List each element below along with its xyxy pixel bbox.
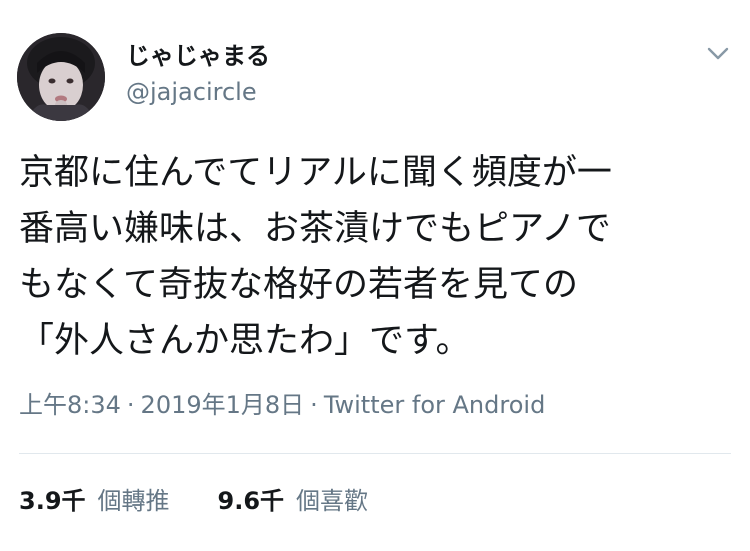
avatar-image bbox=[17, 33, 105, 121]
retweets-stat[interactable]: 3.9千 個轉推 bbox=[19, 484, 170, 518]
tweet-stats: 3.9千 個轉推 9.6千 個喜歡 bbox=[19, 484, 416, 518]
divider bbox=[19, 453, 731, 454]
likes-count: 9.6千 bbox=[217, 487, 285, 515]
tweet-meta: 上午8:34 · 2019年1月8日 · Twitter for Android bbox=[19, 388, 545, 422]
tweet-date[interactable]: 2019年1月8日 bbox=[141, 391, 305, 419]
display-name[interactable]: じゃじゃまる bbox=[126, 38, 270, 74]
likes-label: 個喜歡 bbox=[296, 487, 369, 515]
tweet-card: じゃじゃまる @jajacircle 京都に住んでてリアルに聞く頻度が一 番高い… bbox=[0, 0, 750, 551]
chevron-down-icon[interactable] bbox=[703, 41, 733, 65]
avatar[interactable] bbox=[17, 33, 105, 121]
tweet-text: 京都に住んでてリアルに聞く頻度が一 番高い嫌味は、お茶漬けでもピアノで もなくて… bbox=[19, 145, 735, 369]
retweets-label: 個轉推 bbox=[97, 487, 170, 515]
meta-separator: · bbox=[126, 391, 135, 419]
tweet-time[interactable]: 上午8:34 bbox=[19, 391, 121, 419]
retweets-count: 3.9千 bbox=[19, 487, 86, 515]
likes-stat[interactable]: 9.6千 個喜歡 bbox=[218, 484, 369, 518]
tweet-text-line: 番高い嫌味は、お茶漬けでもピアノで bbox=[19, 209, 611, 249]
tweet-text-line: 「外人さんか思たわ」です。 bbox=[19, 321, 471, 361]
meta-separator: · bbox=[310, 391, 318, 419]
tweet-text-line: もなくて奇抜な格好の若者を見ての bbox=[19, 265, 578, 305]
user-handle[interactable]: @jajacircle bbox=[126, 75, 257, 109]
tweet-source[interactable]: Twitter for Android bbox=[324, 391, 545, 419]
tweet-text-line: 京都に住んでてリアルに聞く頻度が一 bbox=[19, 153, 612, 193]
